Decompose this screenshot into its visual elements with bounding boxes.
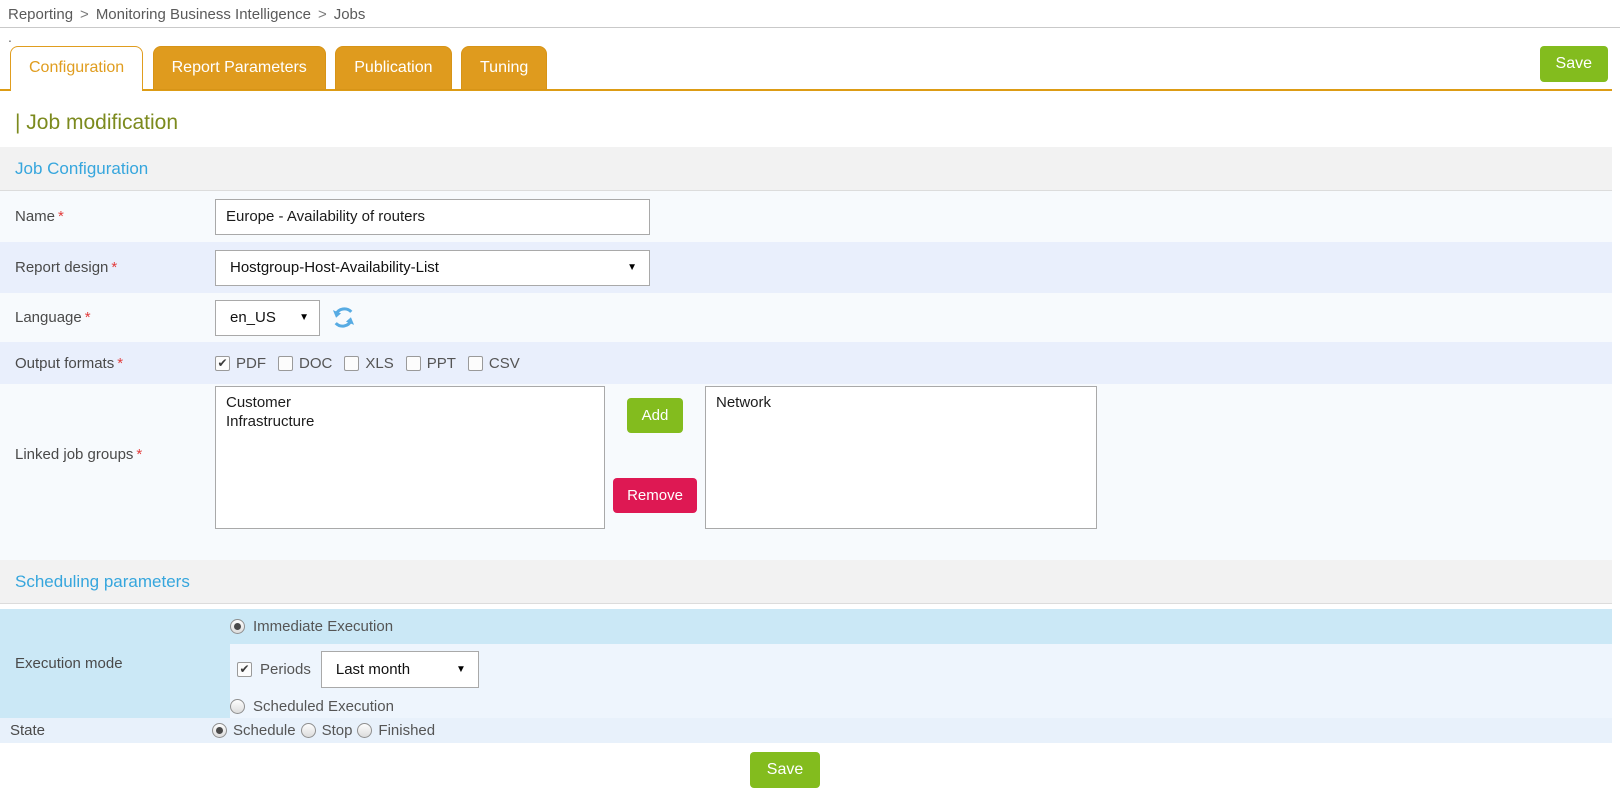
section-job-configuration: Job Configuration — [0, 147, 1612, 191]
report-design-select[interactable]: Hostgroup-Host-Availability-List ▼ — [215, 250, 650, 286]
language-label: Language* — [0, 309, 215, 326]
chevron-down-icon: ▼ — [627, 262, 637, 273]
breadcrumb-item[interactable]: Jobs — [334, 6, 366, 23]
state-label: State — [0, 722, 212, 739]
state-stop-radio[interactable] — [301, 723, 316, 738]
breadcrumb: Reporting > Monitoring Business Intelligen… — [0, 0, 1620, 28]
periods-selected-value: Last month — [336, 661, 410, 678]
checkbox-pdf-label: PDF — [236, 355, 266, 372]
output-formats-label: Output formats* — [0, 355, 215, 372]
state-finished-label: Finished — [378, 722, 435, 739]
chevron-down-icon: ▼ — [456, 664, 466, 675]
stray-dot: . — [0, 28, 1620, 46]
immediate-execution-label: Immediate Execution — [253, 618, 393, 635]
required-asterisk: * — [136, 446, 142, 463]
checkbox-doc-label: DOC — [299, 355, 332, 372]
execution-mode-options: Immediate Execution Periods Last month ▼… — [230, 609, 1612, 718]
remove-button[interactable]: Remove — [613, 478, 697, 513]
checkbox-xls-label: XLS — [365, 355, 393, 372]
execution-mode-row: Execution mode Immediate Execution Perio… — [0, 609, 1612, 718]
breadcrumb-item[interactable]: Monitoring Business Intelligence — [96, 6, 311, 23]
checkbox-csv-label: CSV — [489, 355, 520, 372]
immediate-execution-radio[interactable] — [230, 619, 245, 634]
scheduled-execution-label: Scheduled Execution — [253, 698, 394, 715]
breadcrumb-item[interactable]: Reporting — [8, 6, 73, 23]
name-label: Name* — [0, 208, 215, 225]
available-job-groups-listbox[interactable]: Customer Infrastructure — [215, 386, 605, 529]
checkbox-csv[interactable] — [468, 356, 483, 371]
selected-job-groups-listbox[interactable]: Network — [705, 386, 1097, 529]
language-row: Language* en_US ▼ — [0, 293, 1612, 342]
language-selected-value: en_US — [230, 309, 276, 326]
tab-tuning[interactable]: Tuning — [461, 46, 547, 90]
name-row: Name* — [0, 191, 1612, 242]
footer: Save — [0, 752, 1570, 788]
state-schedule-label: Schedule — [233, 722, 296, 739]
state-stop-label: Stop — [322, 722, 353, 739]
immediate-execution-option: Immediate Execution — [230, 609, 1612, 644]
required-asterisk: * — [117, 355, 123, 372]
checkbox-xls[interactable] — [344, 356, 359, 371]
report-design-row: Report design* Hostgroup-Host-Availabili… — [0, 242, 1612, 293]
periods-select[interactable]: Last month ▼ — [321, 651, 479, 688]
breadcrumb-separator: > — [318, 6, 327, 23]
required-asterisk: * — [58, 208, 64, 225]
tab-publication[interactable]: Publication — [335, 46, 451, 90]
section-scheduling-parameters: Scheduling parameters — [0, 560, 1612, 604]
breadcrumb-separator: > — [80, 6, 89, 23]
scheduled-execution-option: Scheduled Execution — [230, 694, 1612, 718]
tab-bar: Configuration Report Parameters Publicat… — [0, 46, 1612, 91]
required-asterisk: * — [85, 309, 91, 326]
refresh-icon[interactable] — [330, 304, 357, 331]
state-finished-radio[interactable] — [357, 723, 372, 738]
periods-label: Periods — [260, 661, 311, 678]
required-asterisk: * — [111, 259, 117, 276]
page-title: | Job modification — [15, 111, 1620, 135]
language-select[interactable]: en_US ▼ — [215, 300, 320, 336]
chevron-down-icon: ▼ — [299, 312, 309, 323]
periods-checkbox[interactable] — [237, 662, 252, 677]
periods-option: Periods Last month ▼ — [230, 644, 1612, 694]
save-button-bottom[interactable]: Save — [750, 752, 820, 788]
name-input[interactable] — [215, 199, 650, 235]
transfer-buttons: Add Remove — [605, 384, 705, 513]
add-button[interactable]: Add — [627, 398, 684, 433]
scheduled-execution-radio[interactable] — [230, 699, 245, 714]
list-item[interactable]: Customer — [226, 393, 594, 412]
save-button-top[interactable]: Save — [1540, 46, 1608, 82]
checkbox-ppt-label: PPT — [427, 355, 456, 372]
list-item[interactable]: Infrastructure — [226, 412, 594, 431]
execution-mode-label: Execution mode — [0, 609, 230, 718]
output-formats-row: Output formats* PDF DOC XLS PPT CSV — [0, 342, 1612, 384]
linked-job-groups-row: Linked job groups* Customer Infrastructu… — [0, 384, 1612, 560]
state-row: State Schedule Stop Finished — [0, 718, 1612, 743]
checkbox-ppt[interactable] — [406, 356, 421, 371]
state-schedule-radio[interactable] — [212, 723, 227, 738]
report-design-selected-value: Hostgroup-Host-Availability-List — [230, 259, 439, 276]
linked-job-groups-label: Linked job groups* — [0, 446, 215, 463]
checkbox-doc[interactable] — [278, 356, 293, 371]
checkbox-pdf[interactable] — [215, 356, 230, 371]
tab-report-parameters[interactable]: Report Parameters — [153, 46, 326, 90]
report-design-label: Report design* — [0, 259, 215, 276]
list-item[interactable]: Network — [716, 393, 1086, 412]
tab-configuration[interactable]: Configuration — [10, 46, 143, 90]
